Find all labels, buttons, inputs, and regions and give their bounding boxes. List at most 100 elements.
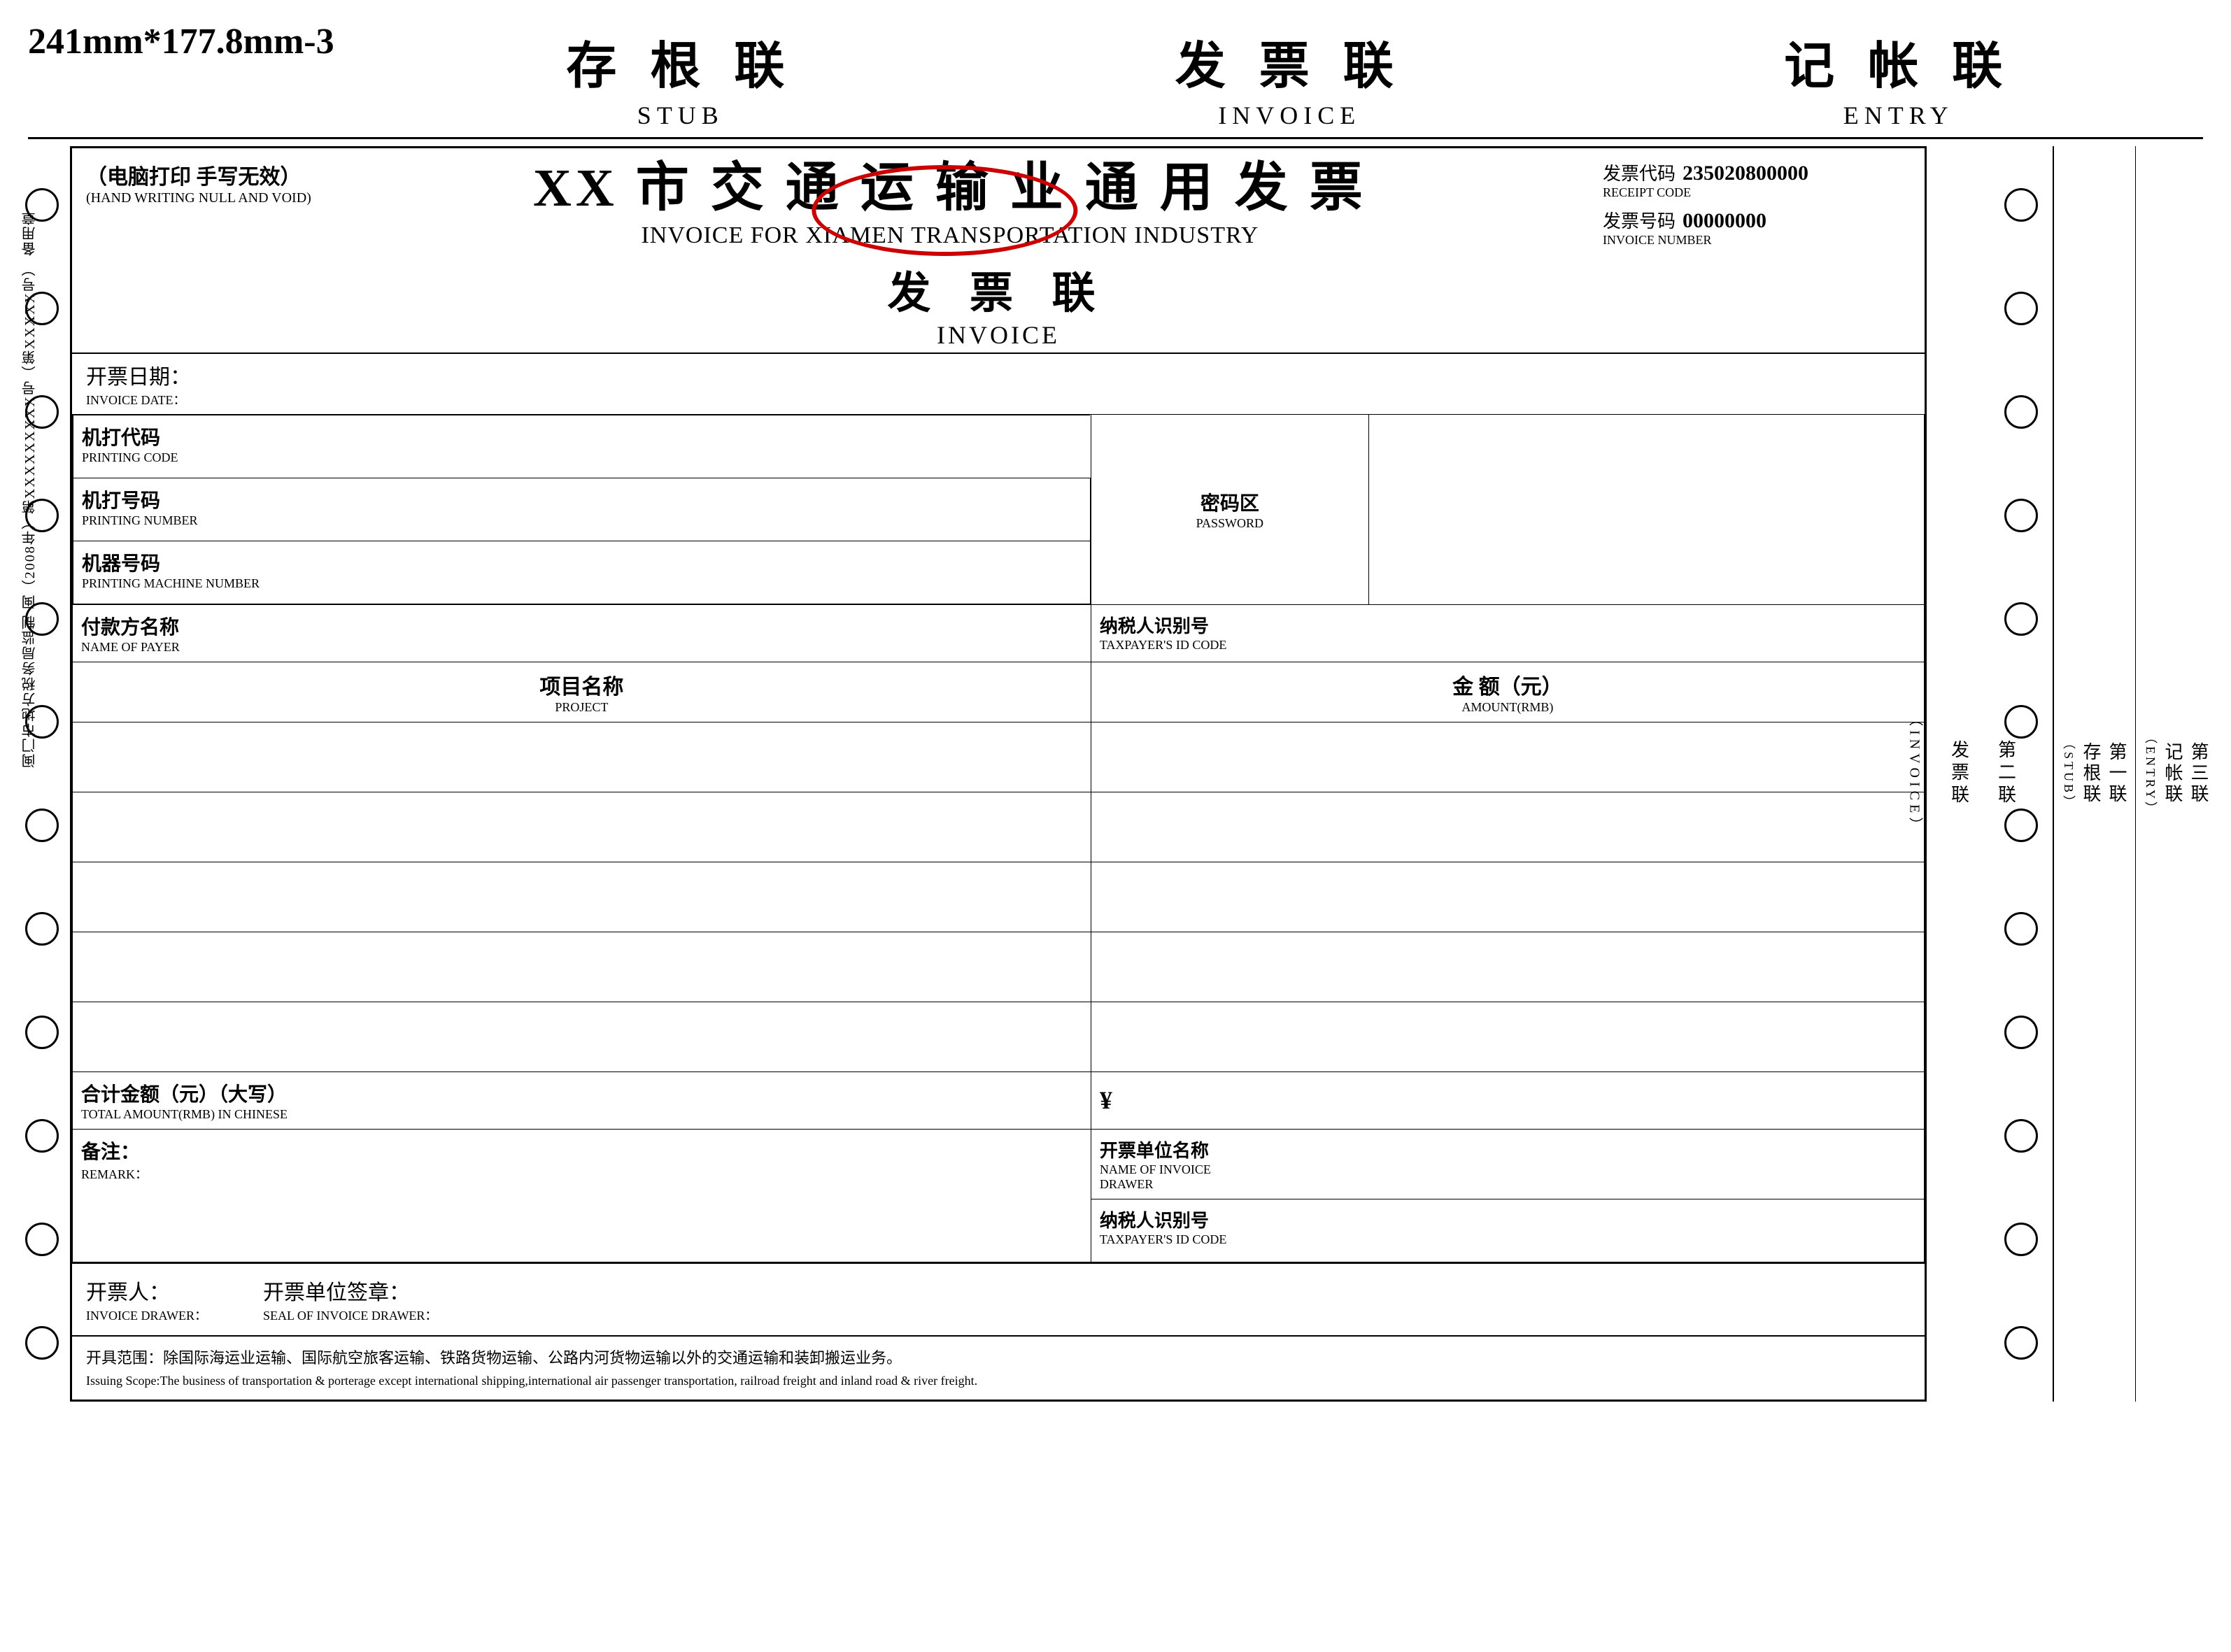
entry-en: ENTRY: [1784, 101, 2013, 130]
invoice-header-row: （电脑打印 手写无效） (HAND WRITING NULL AND VOID)…: [72, 148, 1925, 255]
header-section-entry: 记 帐 联 ENTRY: [1784, 24, 2013, 130]
page: 241mm*177.8mm-3 存 根 联 STUB 发 票 联 INVOICE…: [0, 0, 2231, 1652]
payer-name-cn: 付款方名称: [81, 612, 1082, 640]
project-row-5: [73, 1002, 1925, 1071]
circle-left-7: [25, 809, 59, 842]
invoice-codes-block: 发票代码 235020800000 RECEIPT CODE 发票号码 0000…: [1589, 159, 1911, 248]
project-row-4-name: [73, 932, 1091, 1002]
drawer-name-cell: 开票单位名称 NAME OF INVOICE DRAWER: [1091, 1129, 1924, 1199]
project-row-5-name: [73, 1002, 1091, 1071]
print-number-cell: 机打号码 PRINTING NUMBER: [73, 478, 1091, 541]
circle-right-3: [2004, 395, 2038, 429]
third-invoice-label-col: 第三联 记帐联 （ENTRY）: [2136, 146, 2217, 1402]
project-row-4-amount: [1091, 932, 1924, 1002]
amount-cn: 金 额（元）: [1100, 669, 1915, 700]
project-row-5-amount: [1091, 1002, 1924, 1071]
scope-row: 开具范围：除国际海运业运输、国际航空旅客运输、铁路货物运输、公路内河货物运输以外…: [72, 1335, 1925, 1400]
signature-row: 开票人： INVOICE DRAWER： 开票单位签章： SEAL OF INV…: [72, 1262, 1925, 1335]
printing-number-en: PRINTING NUMBER: [82, 513, 1082, 528]
top-divider: [28, 137, 2203, 139]
invoice-drawer-block: 开票人： INVOICE DRAWER：: [86, 1275, 207, 1324]
taxpayer-id-cn: 纳税人识别号: [1100, 612, 1915, 638]
header-section-invoice: 发 票 联 INVOICE: [1175, 24, 1404, 130]
third-invoice-label: 第三联: [2186, 742, 2211, 805]
project-row-1-name: [73, 722, 1091, 792]
first-invoice-label-col: 第一联 存根联 （STUB）: [2054, 146, 2136, 1402]
handwriting-en: (HAND WRITING NULL AND VOID): [86, 190, 311, 206]
print-code-cell: 机打代码 PRINTING CODE: [73, 415, 1091, 478]
printing-machine-en: PRINTING MACHINE NUMBER: [82, 576, 1082, 591]
project-cn: 项目名称: [81, 669, 1082, 700]
receipt-code-row: 发票代码 235020800000 RECEIPT CODE: [1603, 159, 1911, 200]
stub-en: STUB: [566, 101, 795, 130]
first-invoice-label: 第一联: [2104, 742, 2130, 805]
circle-left-11: [25, 1223, 59, 1256]
circle-right-12: [2004, 1326, 2038, 1360]
first-invoice-sub-en: （STUB）: [2060, 736, 2078, 811]
handwriting-note: （电脑打印 手写无效） (HAND WRITING NULL AND VOID): [86, 159, 311, 206]
printing-codes-cell: 机打代码 PRINTING CODE 机打号码 PRINTING NUMBER: [73, 414, 1091, 604]
invoice-number-label-en: INVOICE NUMBER: [1603, 233, 1911, 248]
invoice-type-row: 发 票 联 INVOICE: [72, 255, 1925, 353]
circle-left-8: [25, 912, 59, 946]
invoice-section-en: INVOICE: [1175, 101, 1404, 130]
main-invoice-table: 机打代码 PRINTING CODE 机打号码 PRINTING NUMBER: [72, 414, 1925, 1262]
stub-cn: 存 根 联: [566, 24, 795, 98]
circle-right-4: [2004, 499, 2038, 532]
password-en: PASSWORD: [1091, 516, 1368, 531]
circle-right-7: [2004, 809, 2038, 842]
circle-right-1: [2004, 188, 2038, 222]
top-header: 241mm*177.8mm-3 存 根 联 STUB 发 票 联 INVOICE…: [0, 0, 2231, 137]
receipt-code-label-en: RECEIPT CODE: [1603, 185, 1911, 200]
project-row-2-name: [73, 792, 1091, 862]
project-row-1-amount: [1091, 722, 1924, 792]
printing-row: 机打代码 PRINTING CODE 机打号码 PRINTING NUMBER: [73, 414, 1925, 604]
invoice-type-en: INVOICE: [72, 320, 1925, 350]
circle-left-12: [25, 1326, 59, 1360]
invoice-number-row: 发票号码 00000000 INVOICE NUMBER: [1603, 207, 1911, 248]
handwriting-cn: （电脑打印 手写无效）: [86, 159, 311, 190]
circle-right-8: [2004, 912, 2038, 946]
password-cn: 密码区: [1091, 488, 1368, 516]
total-amount-en: TOTAL AMOUNT(RMB) IN CHINESE: [81, 1107, 1082, 1122]
receipt-code-value: 235020800000: [1683, 162, 1808, 185]
drawer-taxpayer-cell: 纳税人识别号 TAXPAYER'S ID CODE: [1091, 1199, 1924, 1262]
drawer-taxpayer-en: TAXPAYER'S ID CODE: [1100, 1232, 1915, 1247]
printing-machine-cn: 机器号码: [82, 548, 1082, 576]
password-value-cell: [1368, 414, 1924, 604]
print-number-row: 机打号码 PRINTING NUMBER: [73, 478, 1091, 541]
invoice-date-label: 开票日期： INVOICE DATE：: [86, 359, 191, 408]
invoice-number-label-cn: 发票号码: [1603, 211, 1676, 232]
drawer-taxpayer-cn: 纳税人识别号: [1100, 1206, 1915, 1232]
main-title-block: XX 市 交 通 运 输 业 通 用 发 票 INVOICE FOR XIAME…: [311, 159, 1589, 249]
total-amount-cn: 合计金额（元）（大写）: [81, 1079, 1082, 1107]
circle-right-2: [2004, 292, 2038, 325]
size-label: 241mm*177.8mm-3: [28, 21, 334, 62]
project-row-1: [73, 722, 1925, 792]
third-invoice-sub-en: （ENTRY）: [2141, 731, 2160, 817]
invoice-type-cn: 发 票 联: [72, 257, 1925, 320]
right-side-area: 第二联 发票联 （INVOICE）: [1927, 146, 2217, 1402]
taxpayer-id-en: TAXPAYER'S ID CODE: [1100, 638, 1915, 653]
project-row-2-amount: [1091, 792, 1924, 862]
circle-right-9: [2004, 1016, 2038, 1049]
far-right-labels: 第一联 存根联 （STUB） 第三联 记帐联 （ENTRY）: [2053, 146, 2217, 1402]
printing-code-en: PRINTING CODE: [82, 450, 1082, 465]
main-content-box: （电脑打印 手写无效） (HAND WRITING NULL AND VOID)…: [70, 146, 1927, 1402]
scope-en: Issuing Scope:The business of transporta…: [86, 1371, 1911, 1391]
remark-row: 备注： REMARK： 开票单位名称 NAME OF INVOICE DRAWE…: [73, 1129, 1925, 1199]
remark-cell: 备注： REMARK：: [73, 1129, 1091, 1262]
total-label-cell: 合计金额（元）（大写） TOTAL AMOUNT(RMB) IN CHINESE: [73, 1071, 1091, 1129]
left-vertical-text: 闽门市地方税务局监制 闽（2008年）第XXXXXXXXX号（第XXXXX号） …: [20, 210, 40, 768]
third-invoice-sub: 记帐联: [2160, 742, 2186, 805]
project-row-3-amount: [1091, 862, 1924, 932]
seal-block: 开票单位签章： SEAL OF INVOICE DRAWER：: [263, 1275, 437, 1324]
remark-en: REMARK：: [81, 1165, 1082, 1183]
circle-right-6: [2004, 705, 2038, 739]
invoice-section-cn: 发 票 联: [1175, 24, 1404, 98]
invoice-date-en: INVOICE DATE：: [86, 390, 191, 408]
taxpayer-id-cell: 纳税人识别号 TAXPAYER'S ID CODE: [1091, 604, 1924, 662]
project-en: PROJECT: [81, 700, 1082, 715]
rmb-symbol: ¥: [1100, 1086, 1112, 1114]
invoice-number-value: 00000000: [1683, 209, 1766, 232]
